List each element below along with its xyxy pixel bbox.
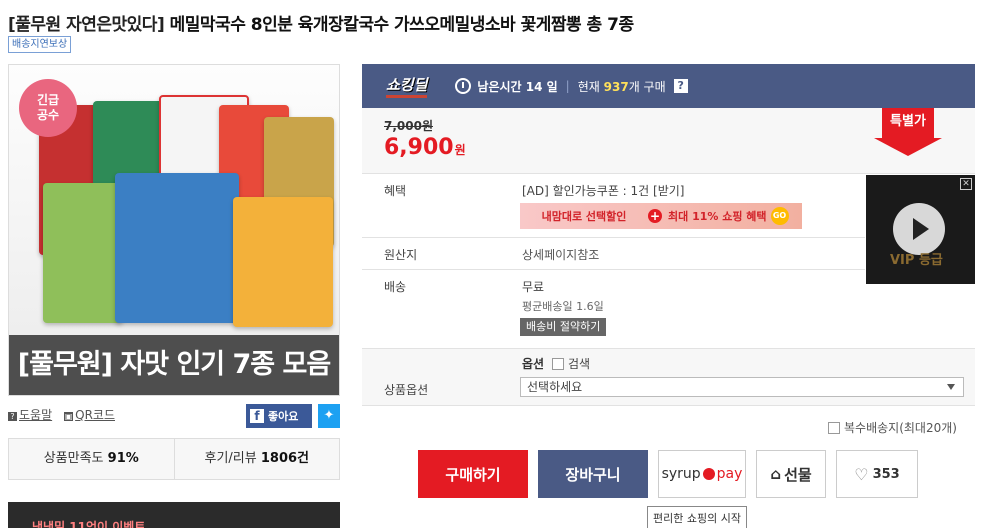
- question-icon: ?: [8, 412, 17, 421]
- shipping-save-button[interactable]: 배송비 절약하기: [520, 318, 607, 336]
- syrup-pay-button[interactable]: syrup pay: [658, 450, 746, 498]
- help-link-label: 도움말: [19, 408, 53, 422]
- qr-link-label: QR코드: [75, 408, 115, 422]
- shocking-deal-logo: 쇼킹딜: [386, 74, 428, 98]
- twitter-share-button[interactable]: ✦: [318, 404, 340, 428]
- like-label: 좋아요: [268, 410, 299, 423]
- review-label: 후기/리뷰: [204, 451, 257, 466]
- option-header: 옵션: [522, 357, 545, 371]
- play-icon[interactable]: [893, 203, 945, 255]
- count-value: 937: [603, 79, 629, 94]
- pack-image: [233, 197, 333, 327]
- special-tag-label: 특별가: [882, 108, 934, 138]
- wishlist-button[interactable]: ♡ 353: [836, 450, 918, 498]
- benefit-banner-left: 내맘대로 선택할인: [541, 210, 627, 223]
- product-stats: 상품만족도 91% 후기/리뷰 1806건: [8, 438, 340, 480]
- option-row-label: 상품옵션: [384, 383, 429, 397]
- plus-icon: +: [648, 209, 662, 223]
- divider: [362, 237, 865, 238]
- price-box: 7,000원 6,900원 특별가: [362, 108, 975, 174]
- search-checkbox[interactable]: [552, 357, 564, 370]
- satisfaction-label: 상품만족도: [43, 451, 104, 466]
- heart-icon: ♡: [854, 464, 869, 484]
- option-select[interactable]: 선택하세요: [520, 377, 964, 397]
- arrow-down-icon: [874, 138, 942, 156]
- review-stat[interactable]: 후기/리뷰 1806건: [173, 439, 340, 479]
- shipping-fee: 무료: [522, 280, 545, 294]
- product-image[interactable]: 긴급 공수 [풀무원] 자맛 인기 7종 모음: [8, 64, 340, 396]
- twitter-icon: ✦: [323, 408, 335, 423]
- divider: |: [565, 79, 570, 93]
- sale-price-unit: 원: [454, 143, 466, 157]
- multi-address-option[interactable]: 복수배송지(최대20개): [828, 419, 957, 436]
- count-prefix: 현재: [577, 79, 600, 94]
- vip-ad-text: VIP 등급: [890, 253, 943, 268]
- badge-line: 긴급: [36, 93, 60, 107]
- facebook-icon: f: [250, 409, 264, 423]
- sale-price: 6,900원: [384, 135, 466, 160]
- original-price: 7,000원: [384, 119, 433, 133]
- cart-button[interactable]: 장바구니: [538, 450, 648, 498]
- shipping-avg-days: 평균배송일 1.6일: [522, 300, 604, 313]
- multi-address-checkbox[interactable]: [828, 421, 840, 434]
- origin-label: 원산지: [384, 248, 418, 262]
- buy-button[interactable]: 구매하기: [418, 450, 528, 498]
- product-name: 메밀막국수 8인분 육개장칼국수 가쓰오메밀냉소바 꽃게짬뽕 총 7종: [169, 15, 634, 35]
- gift-label: 선물: [784, 465, 812, 484]
- purchase-count: 현재 937개 구매: [578, 78, 666, 95]
- qr-link[interactable]: ▣ QR코드: [64, 406, 115, 423]
- coupon-link[interactable]: [AD] 할인가능쿠폰 : 1건 [받기]: [522, 182, 684, 199]
- close-icon[interactable]: ✕: [960, 178, 972, 190]
- help-icon[interactable]: ?: [673, 79, 688, 93]
- syrup-tooltip: 편리한 쇼핑의 시작: [647, 506, 747, 528]
- satisfaction-stat: 상품만족도 91%: [9, 439, 174, 479]
- badge-line: 공수: [36, 108, 60, 122]
- promo-banner[interactable]: 냉냉밀 11억이 이벤트: [8, 502, 340, 528]
- help-links: ? 도움말 ▣ QR코드: [8, 406, 115, 423]
- gift-icon: ⌂: [770, 465, 782, 483]
- syrup-label: syrup: [661, 466, 701, 482]
- benefit-banner[interactable]: 내맘대로 선택할인 + 최대 11% 쇼핑 혜택 GO: [520, 203, 802, 229]
- chevron-down-icon: [947, 384, 955, 390]
- urgent-badge: 긴급 공수: [19, 79, 77, 137]
- satisfaction-value: 91%: [107, 451, 139, 466]
- pay-label: pay: [716, 466, 743, 482]
- benefit-label: 혜택: [384, 184, 407, 198]
- vip-video-ad[interactable]: ✕ VIP 등급: [866, 175, 975, 284]
- multi-address-label: 복수배송지(최대20개): [844, 421, 957, 435]
- image-caption: [풀무원] 자맛 인기 7종 모음: [9, 335, 339, 395]
- facebook-like-button[interactable]: f 좋아요: [246, 404, 312, 428]
- syrup-dot-icon: [702, 468, 715, 480]
- pack-image: [115, 173, 239, 323]
- gift-button[interactable]: ⌂ 선물: [756, 450, 826, 498]
- shipping-delay-badge[interactable]: 배송지연보상: [8, 36, 72, 53]
- count-suffix: 개 구매: [628, 79, 666, 94]
- product-title: [풀무원 자연은맛있다] 메밀막국수 8인분 육개장칼국수 가쓰오메밀냉소바 꽃…: [8, 10, 634, 35]
- option-search-toggle[interactable]: 검색: [552, 355, 590, 372]
- special-price-tag: 특별가: [874, 108, 942, 156]
- origin-value: 상세페이지참조: [522, 248, 600, 262]
- product-brand: [풀무원 자연은맛있다]: [8, 15, 165, 35]
- qr-icon: ▣: [64, 412, 74, 421]
- pack-image: [43, 183, 123, 323]
- remaining-time: 남은시간 14 일: [477, 79, 558, 94]
- shocking-deal-bar: 쇼킹딜 남은시간 14 일 | 현재 937개 구매 ?: [362, 64, 975, 108]
- wishlist-count: 353: [872, 466, 900, 482]
- review-count: 1806건: [260, 451, 310, 466]
- help-link[interactable]: ? 도움말: [8, 406, 52, 423]
- benefit-banner-right: 최대 11% 쇼핑 혜택: [668, 210, 767, 223]
- promo-text: 냉냉밀 11억이 이벤트: [32, 520, 146, 528]
- go-icon: GO: [770, 207, 789, 225]
- search-checkbox-label: 검색: [568, 357, 591, 371]
- divider: [362, 269, 865, 270]
- sale-price-value: 6,900: [384, 135, 454, 160]
- clock-icon: [455, 78, 472, 94]
- shipping-label: 배송: [384, 280, 407, 294]
- option-select-value: 선택하세요: [527, 380, 583, 394]
